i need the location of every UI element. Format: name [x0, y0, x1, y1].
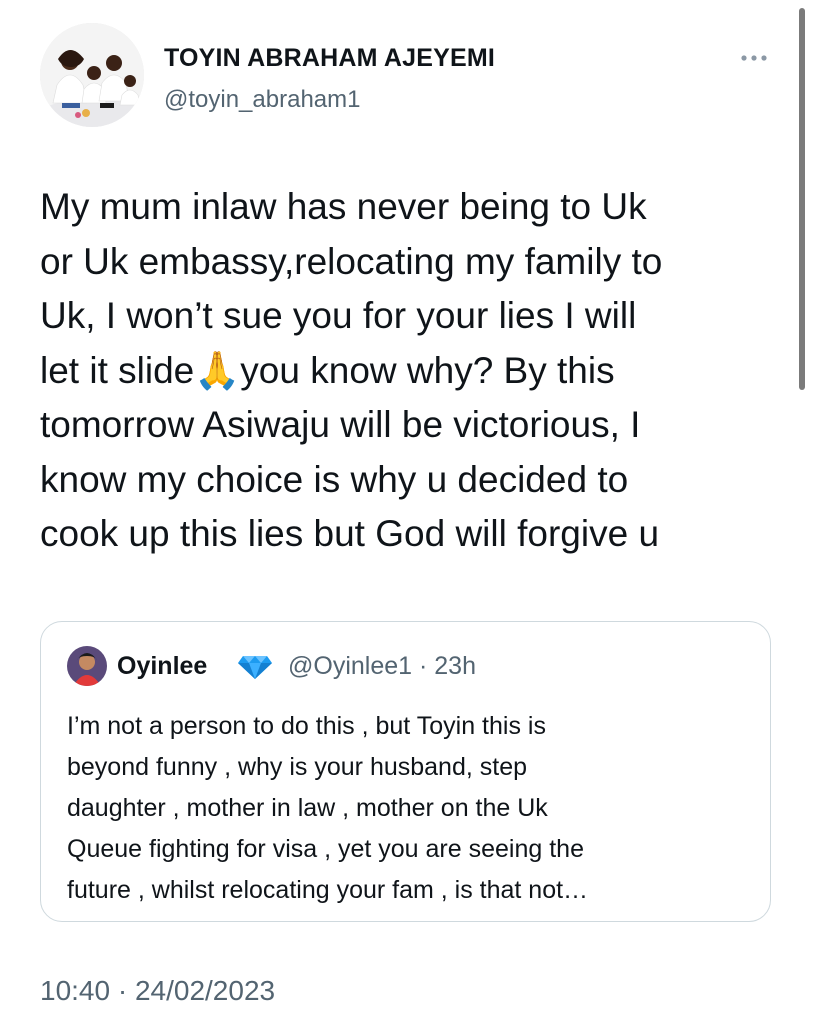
- tweet-timestamp[interactable]: 10:40 · 24/02/2023: [40, 975, 275, 1007]
- quoted-author-avatar[interactable]: [67, 646, 107, 686]
- more-horizontal-icon[interactable]: [736, 48, 772, 68]
- quoted-author-name[interactable]: Oyinlee: [117, 652, 207, 681]
- diamond-icon: [237, 652, 273, 680]
- author-handle[interactable]: @toyin_abraham1: [164, 86, 360, 114]
- family-photo-image: [40, 23, 144, 127]
- tweet-text: My mum inlaw has never being to Uk or Uk…: [40, 186, 663, 554]
- author-display-name[interactable]: TOYIN ABRAHAM AJEYEMI: [164, 44, 495, 73]
- quoted-tweet-card[interactable]: Oyinlee @Oyinlee1 · 23h I’m not a person…: [40, 621, 771, 922]
- quoted-author-handle-time[interactable]: @Oyinlee1 · 23h: [288, 652, 476, 681]
- profile-avatar[interactable]: [40, 23, 144, 127]
- quoted-tweet-text: I’m not a person to do this , but Toyin …: [67, 712, 589, 904]
- scrollbar[interactable]: [799, 8, 805, 390]
